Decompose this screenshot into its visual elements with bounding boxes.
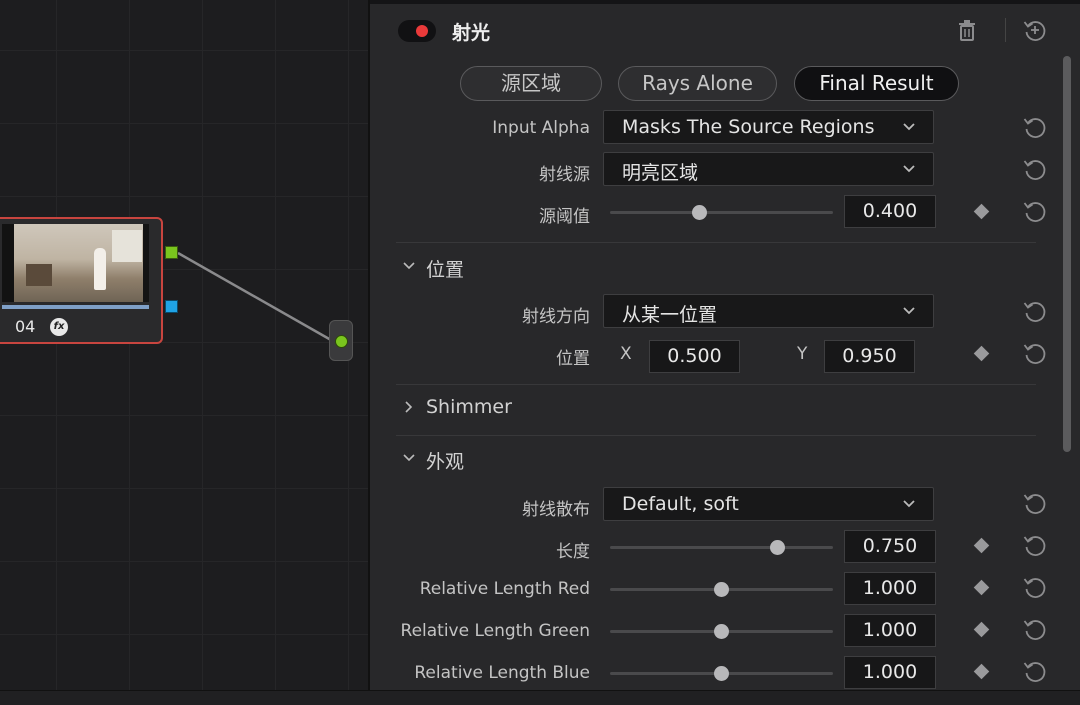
rel-length-green-input[interactable]: 1.000 [844, 614, 936, 647]
tab-final-result[interactable]: Final Result [794, 66, 959, 101]
ray-source-label: 射线源 [539, 165, 590, 185]
alpha-output-port[interactable] [165, 300, 178, 313]
keyframe-icon[interactable] [973, 663, 990, 680]
reset-icon[interactable] [1022, 574, 1048, 600]
fx-icon: fx [50, 318, 68, 336]
rel-length-red-input[interactable]: 1.000 [844, 572, 936, 605]
position-y-input[interactable]: 0.950 [824, 340, 915, 373]
effect-title: 射光 [452, 22, 491, 44]
reset-icon[interactable] [1022, 198, 1048, 224]
position-x-label: X [620, 344, 632, 364]
reset-icon[interactable] [1022, 616, 1048, 642]
source-threshold-label: 源阈值 [539, 207, 590, 227]
ray-spread-dropdown[interactable]: Default, soft [603, 487, 934, 521]
trash-icon[interactable] [956, 17, 978, 43]
ray-direction-value: 从某一位置 [622, 304, 718, 326]
position-label: 位置 [556, 349, 590, 369]
app-window: 04 fx 射光 源区域 Rays Alone Final Result Inp… [0, 0, 1080, 705]
ray-source-dropdown[interactable]: 明亮区域 [603, 152, 934, 186]
keyframe-icon[interactable] [973, 579, 990, 596]
chevron-down-icon [903, 123, 915, 131]
chevron-down-icon [903, 500, 915, 508]
rel-length-green-label: Relative Length Green [400, 621, 590, 641]
reset-icon[interactable] [1022, 658, 1048, 684]
rgb-output-port[interactable] [165, 246, 178, 259]
output-node[interactable] [329, 320, 353, 361]
node-progress-bar [2, 305, 149, 309]
keyframe-icon[interactable] [973, 345, 990, 362]
reset-icon[interactable] [1022, 114, 1048, 140]
keyframe-icon[interactable] [973, 203, 990, 220]
slider-knob[interactable] [714, 624, 729, 639]
slider-knob[interactable] [714, 582, 729, 597]
slider-knob[interactable] [769, 540, 785, 555]
chevron-down-icon[interactable] [403, 452, 415, 464]
source-threshold-slider[interactable] [610, 205, 833, 220]
tab-source-regions[interactable]: 源区域 [460, 66, 602, 101]
chevron-down-icon[interactable] [403, 260, 415, 272]
length-label: 长度 [556, 542, 590, 562]
rel-length-blue-slider[interactable] [610, 666, 833, 681]
reset-icon[interactable] [1022, 490, 1048, 516]
toggle-indicator [416, 25, 428, 37]
input-port-dot[interactable] [335, 335, 348, 348]
position-x-input[interactable]: 0.500 [649, 340, 740, 373]
node-thumbnail [2, 224, 149, 302]
ray-spread-label: 射线散布 [522, 500, 590, 520]
tab-rays-alone[interactable]: Rays Alone [618, 66, 777, 101]
section-shimmer[interactable]: Shimmer [426, 396, 512, 418]
input-alpha-dropdown[interactable]: Masks The Source Regions [603, 110, 934, 144]
chevron-down-icon [903, 165, 915, 173]
reset-icon[interactable] [1022, 156, 1048, 182]
section-appearance[interactable]: 外观 [426, 447, 464, 474]
ray-source-value: 明亮区域 [622, 162, 699, 184]
chevron-right-icon[interactable] [403, 401, 415, 413]
rel-length-red-label: Relative Length Red [419, 579, 590, 599]
rel-length-green-slider[interactable] [610, 624, 833, 639]
node-connection-line [177, 251, 332, 342]
length-slider[interactable] [610, 540, 833, 555]
clip-node[interactable]: 04 fx [0, 217, 163, 344]
rel-length-blue-input[interactable]: 1.000 [844, 656, 936, 689]
node-editor[interactable]: 04 fx [0, 0, 369, 705]
section-position[interactable]: 位置 [426, 255, 464, 282]
chevron-down-icon [903, 307, 915, 315]
inspector-panel: 射光 源区域 Rays Alone Final Result Input Alp… [370, 0, 1080, 690]
input-alpha-value: Masks The Source Regions [622, 116, 875, 138]
inspector-scrollbar[interactable] [1063, 56, 1071, 452]
reset-all-icon[interactable] [1022, 17, 1048, 43]
input-alpha-label: Input Alpha [492, 118, 590, 138]
reset-icon[interactable] [1022, 532, 1048, 558]
reset-icon[interactable] [1022, 298, 1048, 324]
rel-length-red-slider[interactable] [610, 582, 833, 597]
ray-direction-label: 射线方向 [522, 307, 590, 327]
slider-knob[interactable] [691, 205, 707, 220]
reset-icon[interactable] [1022, 340, 1048, 366]
rel-length-blue-label: Relative Length Blue [414, 663, 590, 683]
keyframe-icon[interactable] [973, 621, 990, 638]
effect-enable-toggle[interactable] [398, 20, 436, 42]
length-input[interactable]: 0.750 [844, 530, 936, 563]
source-threshold-input[interactable]: 0.400 [844, 195, 936, 228]
slider-knob[interactable] [714, 666, 729, 681]
ray-direction-dropdown[interactable]: 从某一位置 [603, 294, 934, 328]
ray-spread-value: Default, soft [622, 493, 739, 515]
position-y-label: Y [797, 344, 808, 364]
node-label: 04 [15, 317, 36, 336]
status-bar [0, 690, 1080, 705]
keyframe-icon[interactable] [973, 537, 990, 554]
